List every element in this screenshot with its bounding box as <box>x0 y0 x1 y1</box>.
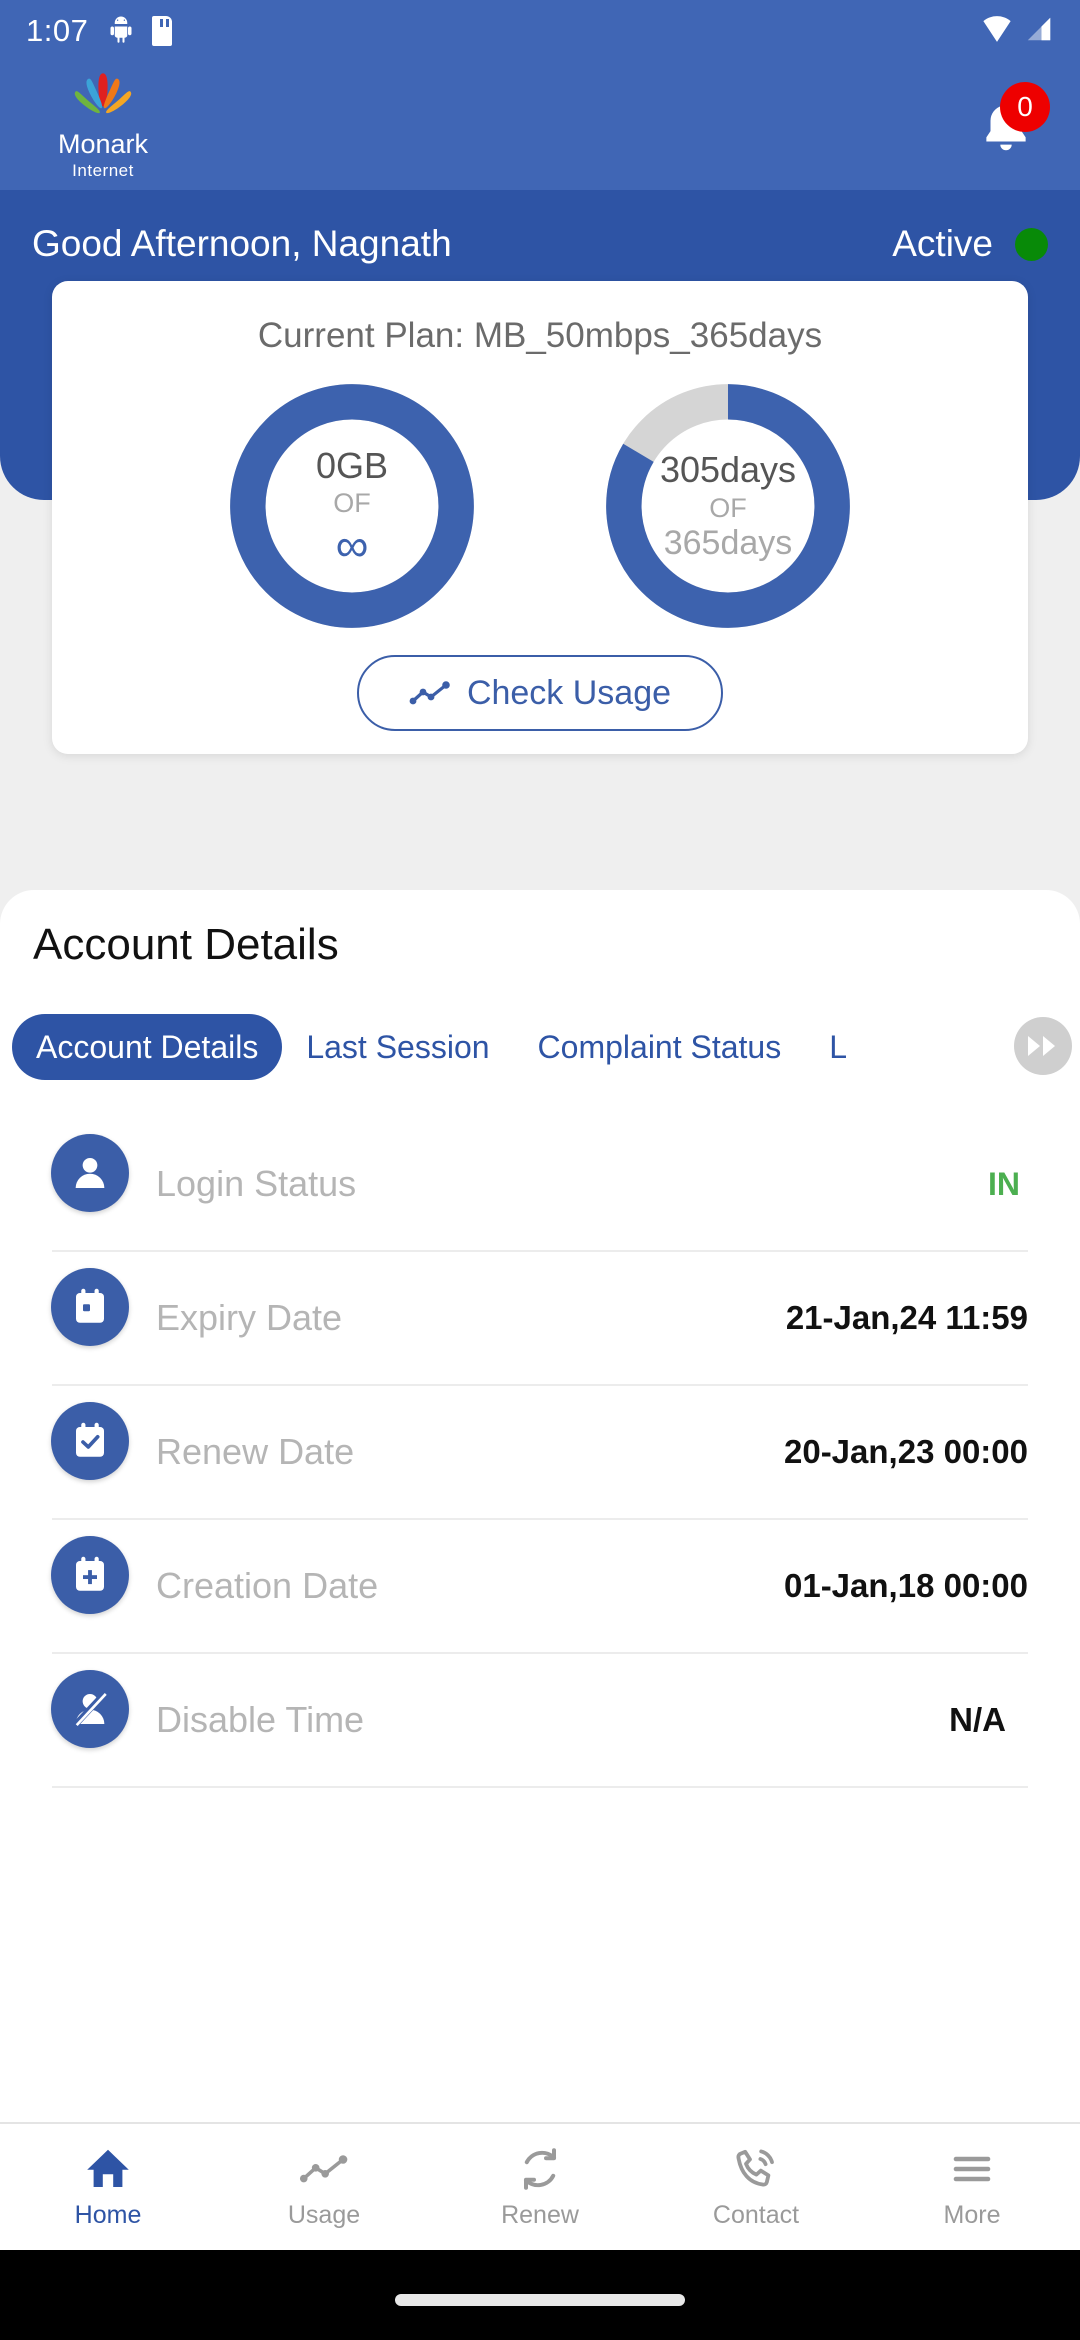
nav-label: Home <box>74 2200 142 2229</box>
status-left-icons <box>106 14 173 49</box>
table-row[interactable]: Login Status IN <box>51 1118 1028 1252</box>
data-gauge: 0GB OF ∞ <box>227 381 477 631</box>
details-rows: Login Status IN Expiry Date 21-Jan,24 11… <box>0 1118 1080 1788</box>
user-icon <box>51 1134 129 1212</box>
hamburger-icon <box>953 2156 991 2181</box>
nav-item-contact[interactable]: Contact <box>648 2145 864 2230</box>
android-icon <box>106 14 136 49</box>
data-gauge-of: OF <box>333 488 371 519</box>
fast-forward-icon <box>1028 1036 1055 1056</box>
logo-subtitle: Internet <box>72 161 134 180</box>
logo-fan-icon <box>74 73 132 114</box>
current-plan-card: Current Plan: MB_50mbps_365days 0GB OF ∞ <box>52 281 1028 754</box>
calendar-icon <box>51 1268 129 1346</box>
plan-title: Current Plan: MB_50mbps_365days <box>257 316 823 355</box>
tab-account-details[interactable]: Account Details <box>12 1014 283 1080</box>
usage-gauges: 0GB OF ∞ 305days OF 365days <box>52 381 1028 631</box>
calendar-check-icon <box>51 1402 129 1480</box>
status-right-icons <box>980 14 1054 49</box>
row-label: Disable Time <box>156 1699 365 1740</box>
row-label: Expiry Date <box>156 1297 343 1338</box>
page-title: Account Details <box>33 920 339 969</box>
refresh-icon <box>524 2147 556 2190</box>
nav-label: Usage <box>287 2200 361 2229</box>
nav-item-home[interactable]: Home <box>0 2145 216 2230</box>
system-gesture-area <box>0 2250 1080 2340</box>
greeting-row: Good Afternoon, Nagnath Active <box>0 206 1080 282</box>
days-gauge-of: OF <box>709 492 747 523</box>
tab-last-session[interactable]: Last Session <box>282 1014 513 1080</box>
tab-next-partial[interactable]: L <box>805 1014 871 1080</box>
app-bar: Monark Internet 0 <box>0 62 1080 190</box>
days-gauge-total: 365days <box>663 523 793 562</box>
wifi-icon <box>980 14 1014 49</box>
status-dot-icon <box>1015 227 1048 261</box>
row-value: N/A <box>949 1701 1006 1738</box>
nav-item-usage[interactable]: Usage <box>216 2145 432 2230</box>
table-row[interactable]: Renew Date 20-Jan,23 00:00 <box>51 1386 1028 1520</box>
row-label: Creation Date <box>156 1565 379 1606</box>
tab-complaint-status[interactable]: Complaint Status <box>514 1014 806 1080</box>
sdcard-icon <box>152 16 173 46</box>
account-details-sheet: Account Details Account Details Last Ses… <box>0 890 1080 2134</box>
nav-label: More <box>943 2200 1001 2229</box>
days-gauge-labels: 305days OF 365days <box>603 381 853 631</box>
greeting-text: Good Afternoon, Nagnath <box>32 223 452 264</box>
nav-label: Renew <box>501 2200 579 2229</box>
table-row[interactable]: Creation Date 01-Jan,18 00:00 <box>51 1520 1028 1654</box>
status-label: Active <box>892 223 993 264</box>
home-icon <box>87 2149 129 2187</box>
notification-badge: 0 <box>1000 82 1050 132</box>
app-screen: 1:07 Monark Internet 0 Good Afternoon, N… <box>0 0 1080 2340</box>
table-row[interactable]: Disable Time N/A <box>51 1654 1028 1788</box>
app-logo: Monark Internet <box>28 71 178 181</box>
table-row[interactable]: Expiry Date 21-Jan,24 11:59 <box>51 1252 1028 1386</box>
account-status: Active <box>892 223 1048 265</box>
user-slash-icon <box>51 1670 129 1748</box>
data-gauge-labels: 0GB OF ∞ <box>227 381 477 631</box>
nav-item-more[interactable]: More <box>864 2145 1080 2230</box>
calendar-plus-icon <box>51 1536 129 1614</box>
row-value: IN <box>988 1165 1020 1202</box>
row-value: 21-Jan,24 11:59 <box>785 1299 1028 1336</box>
nav-item-renew[interactable]: Renew <box>432 2145 648 2230</box>
check-usage-label: Check Usage <box>466 673 672 712</box>
row-label: Renew Date <box>156 1431 355 1472</box>
status-bar: 1:07 <box>0 0 1080 62</box>
details-tabs[interactable]: Account Details Last Session Complaint S… <box>0 1005 1080 1089</box>
days-gauge-used: 305days <box>659 449 797 491</box>
data-gauge-used: 0GB <box>315 445 389 487</box>
line-chart-icon <box>409 681 450 705</box>
chart-icon <box>299 2154 348 2182</box>
row-value: 01-Jan,18 00:00 <box>783 1567 1028 1604</box>
check-usage-button[interactable]: Check Usage <box>357 655 723 731</box>
days-gauge: 305days OF 365days <box>603 381 853 631</box>
row-label: Login Status <box>156 1163 357 1204</box>
row-value: 20-Jan,23 00:00 <box>783 1433 1028 1470</box>
gesture-bar[interactable] <box>395 2294 685 2306</box>
notification-button[interactable]: 0 <box>960 80 1052 172</box>
phone-call-icon <box>736 2149 774 2187</box>
logo-name: Monark <box>57 129 149 159</box>
bottom-navigation: Home Usage Renew Contact More <box>0 2122 1080 2250</box>
data-gauge-total: ∞ <box>335 518 369 571</box>
nav-label: Contact <box>712 2200 800 2229</box>
signal-icon <box>1024 14 1054 49</box>
status-time: 1:07 <box>26 13 89 48</box>
tabs-scroll-right-button[interactable] <box>1014 1017 1072 1075</box>
